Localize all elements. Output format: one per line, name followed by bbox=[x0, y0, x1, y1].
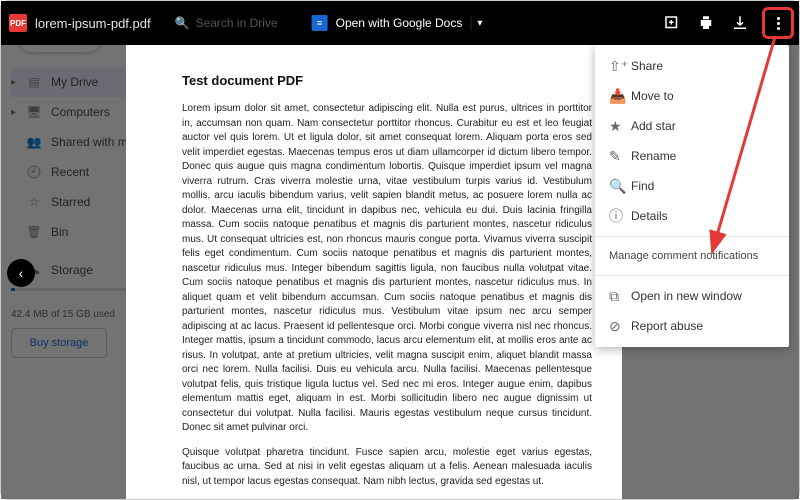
open-with-control[interactable]: ≡ Open with Google Docs ▾ bbox=[312, 15, 489, 31]
download-icon[interactable] bbox=[731, 14, 749, 32]
more-actions-button[interactable] bbox=[765, 10, 791, 36]
file-name: lorem-ipsum-pdf.pdf bbox=[35, 16, 151, 31]
document-page: Test document PDF Lorem ipsum dolor sit … bbox=[126, 45, 622, 499]
print-icon[interactable] bbox=[697, 14, 715, 32]
menu-separator bbox=[595, 275, 789, 276]
open-external-icon: ⧉ bbox=[609, 288, 631, 305]
menu-item-manage-notifications[interactable]: Manage comment notifications bbox=[595, 242, 789, 270]
info-icon: ⓘ bbox=[609, 206, 631, 226]
chevron-left-icon: ‹ bbox=[19, 265, 24, 281]
menu-item-add-star[interactable]: ★Add star bbox=[595, 111, 789, 141]
menu-item-details[interactable]: ⓘDetails bbox=[595, 201, 789, 231]
doc-paragraph: Lorem ipsum dolor sit amet, consectetur … bbox=[182, 102, 592, 436]
google-docs-icon: ≡ bbox=[312, 15, 328, 31]
pdf-icon: PDF bbox=[9, 14, 27, 32]
more-actions-menu: ⇧⁺Share 📥Move to ★Add star ✎Rename 🔍Find… bbox=[595, 45, 789, 347]
find-icon: 🔍 bbox=[609, 178, 631, 195]
menu-separator bbox=[595, 236, 789, 237]
chevron-down-icon[interactable]: ▾ bbox=[470, 16, 488, 31]
drive-search[interactable]: 🔍 Search in Drive bbox=[175, 16, 278, 30]
search-icon: 🔍 bbox=[175, 16, 190, 30]
menu-item-find[interactable]: 🔍Find bbox=[595, 171, 789, 201]
add-to-drive-icon[interactable] bbox=[663, 14, 681, 32]
menu-item-rename[interactable]: ✎Rename bbox=[595, 141, 789, 171]
menu-item-share[interactable]: ⇧⁺Share bbox=[595, 51, 789, 81]
doc-paragraph: Quisque volutpat pharetra tincidunt. Fus… bbox=[182, 446, 592, 490]
move-icon: 📥 bbox=[609, 88, 631, 105]
star-icon: ★ bbox=[609, 118, 631, 135]
open-with-label: Open with Google Docs bbox=[336, 16, 463, 30]
share-icon: ⇧⁺ bbox=[609, 58, 631, 75]
doc-title: Test document PDF bbox=[182, 73, 592, 88]
viewer-topbar: PDF lorem-ipsum-pdf.pdf 🔍 Search in Driv… bbox=[1, 1, 799, 45]
back-button[interactable]: ‹ bbox=[7, 259, 35, 287]
menu-item-move-to[interactable]: 📥Move to bbox=[595, 81, 789, 111]
menu-item-open-new-window[interactable]: ⧉Open in new window bbox=[595, 281, 789, 311]
rename-icon: ✎ bbox=[609, 148, 631, 165]
menu-item-report-abuse[interactable]: ⊘Report abuse bbox=[595, 311, 789, 341]
report-icon: ⊘ bbox=[609, 318, 631, 335]
